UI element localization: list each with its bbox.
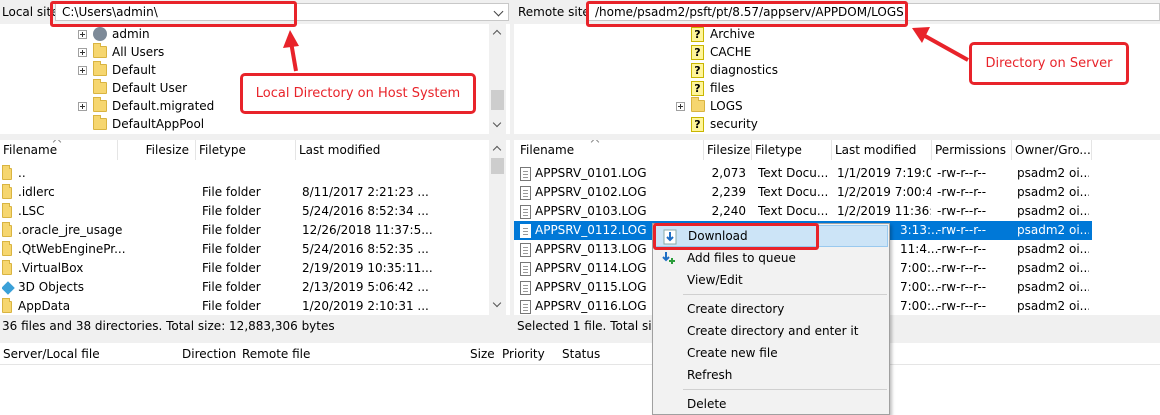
arrow-remote-path	[924, 34, 969, 62]
callout-local-directory: Local Directory on Host System	[240, 73, 476, 114]
callout-server-directory: Directory on Server	[969, 42, 1129, 85]
arrowhead-local	[283, 30, 299, 48]
